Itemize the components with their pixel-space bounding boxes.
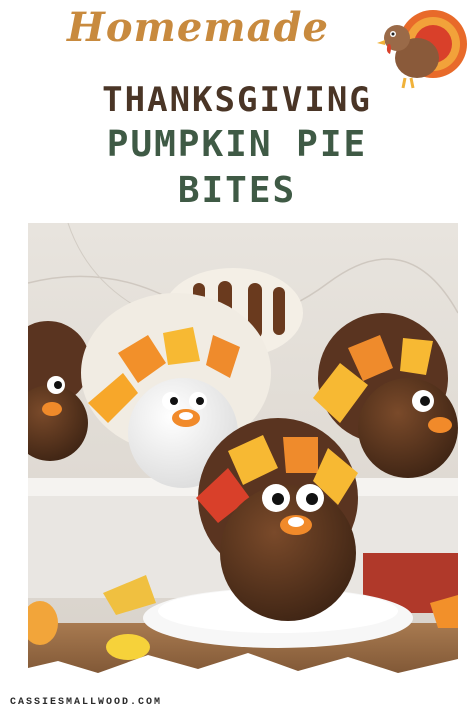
title-line-bites: BITES — [177, 170, 297, 211]
title-line-thanksgiving: THANKSGIVING — [102, 80, 372, 120]
site-url: CASSIESMALLWOOD.COM — [10, 697, 163, 708]
hero-photo — [28, 223, 458, 683]
title-homemade: Homemade — [67, 4, 329, 51]
title-line-pumpkin-pie: PUMPKIN PIE — [106, 124, 368, 165]
